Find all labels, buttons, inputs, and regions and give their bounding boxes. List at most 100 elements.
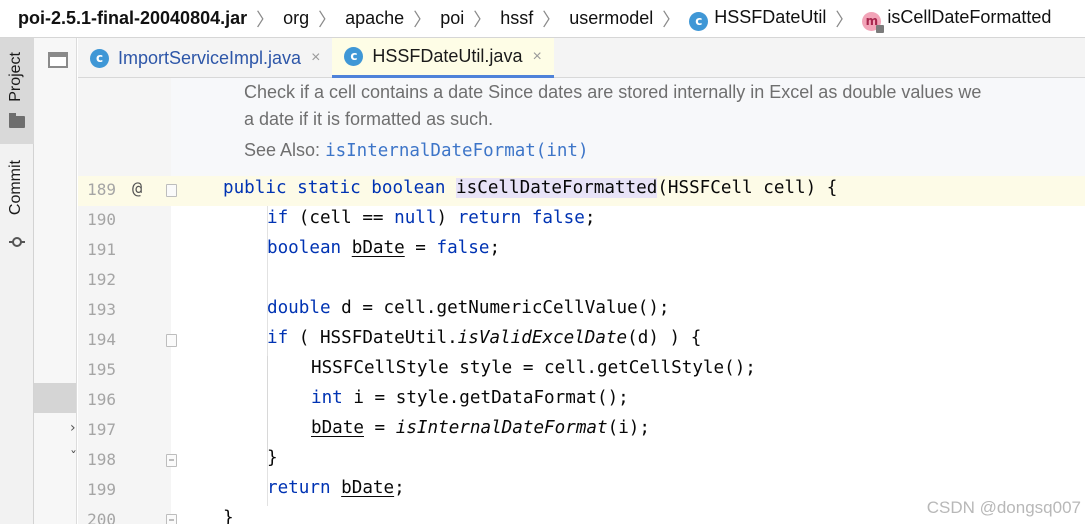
code-line: 190 if (cell == null) return false; <box>78 206 1085 236</box>
breadcrumb-separator: 〉 <box>256 9 275 30</box>
rendered-javadoc: Check if a cell contains a date Since da… <box>171 78 1085 176</box>
close-icon[interactable]: × <box>311 49 320 67</box>
line-number: 196 <box>87 390 116 409</box>
project-tree-selected-row[interactable] <box>34 383 76 413</box>
breadcrumb-item-class[interactable]: c HSSFDateUtil <box>689 7 826 31</box>
static-method-call: isInternalDateFormat <box>395 418 608 438</box>
code-text: (HSSFCell cell) { <box>657 178 838 198</box>
breadcrumb-separator: 〉 <box>542 9 561 30</box>
keyword: false <box>531 208 585 228</box>
keyword: int <box>311 388 343 408</box>
code-text: ( HSSFDateUtil. <box>288 328 458 348</box>
breadcrumb-item-hssf[interactable]: hssf <box>500 8 533 29</box>
keyword: false <box>436 238 490 258</box>
breadcrumb-separator: 〉 <box>413 9 432 30</box>
breadcrumb-class-label: HSSFDateUtil <box>714 6 827 27</box>
breadcrumb-item-org[interactable]: org <box>283 8 309 29</box>
code-text: ; <box>584 208 596 228</box>
keyword: if <box>267 208 289 228</box>
tab-import-service-impl[interactable]: c ImportServiceImpl.java × <box>78 38 332 78</box>
breadcrumb-separator: 〉 <box>473 9 492 30</box>
keyword: double <box>267 298 331 318</box>
commit-tool-button[interactable]: Commit <box>0 150 34 260</box>
keyword: return <box>457 208 522 228</box>
breadcrumb-separator: 〉 <box>662 9 681 30</box>
fold-marker[interactable] <box>166 334 177 347</box>
line-number: 192 <box>87 270 116 289</box>
line-number: 199 <box>87 480 116 499</box>
code-line: 189 @ public static boolean isCellDateFo… <box>78 176 1085 206</box>
breadcrumb-item-poi[interactable]: poi <box>440 8 464 29</box>
close-icon[interactable]: × <box>532 48 541 66</box>
breadcrumb-item-usermodel[interactable]: usermodel <box>569 8 653 29</box>
code-text: i = style.getDataFormat(); <box>342 388 629 408</box>
commit-icon <box>9 237 25 247</box>
code-line: 194 if ( HSSFDateUtil.isValidExcelDate(d… <box>78 326 1085 356</box>
watermark: CSDN @dongsq007 <box>926 498 1081 517</box>
project-tool-label: Project <box>7 52 24 102</box>
method-name: isCellDateFormatted <box>456 178 658 198</box>
breadcrumb-item-jar[interactable]: poi-2.5.1-final-20040804.jar <box>18 8 247 29</box>
fold-marker[interactable] <box>166 184 177 197</box>
code-text: (i); <box>607 418 650 438</box>
variable: bDate <box>351 238 405 258</box>
breadcrumb-item-method[interactable]: m isCellDateFormatted <box>862 6 1052 33</box>
keyword: null <box>394 208 437 228</box>
fold-marker[interactable] <box>166 514 177 524</box>
tab-label: HSSFDateUtil.java <box>372 46 523 66</box>
line-number: 200 <box>87 510 116 524</box>
annotation-marker[interactable]: @ <box>132 179 142 199</box>
breadcrumb: poi-2.5.1-final-20040804.jar 〉 org 〉 apa… <box>0 0 1085 38</box>
tool-window-strip: Project Commit <box>0 38 34 524</box>
code-text: d = cell.getNumericCellValue(); <box>330 298 670 318</box>
code-text: (cell == <box>288 208 395 228</box>
see-also-link[interactable]: isInternalDateFormat(int) <box>325 141 588 161</box>
line-number: 191 <box>87 240 116 259</box>
breadcrumb-method-label: isCellDateFormatted <box>887 6 1052 27</box>
panel-toggle-icon[interactable] <box>48 52 68 68</box>
line-number: 195 <box>87 360 116 379</box>
code-text: } <box>223 508 234 524</box>
editor-tab-bar: c ImportServiceImpl.java × c HSSFDateUti… <box>78 38 1085 78</box>
code-line: 193 double d = cell.getNumericCellValue(… <box>78 296 1085 326</box>
line-number: 190 <box>87 210 116 229</box>
method-icon: m <box>862 11 885 33</box>
project-tool-button[interactable]: Project <box>0 38 34 144</box>
line-number: 189 <box>87 180 116 199</box>
line-number: 194 <box>87 330 116 349</box>
code-line: 195 HSSFCellStyle style = cell.getCellSt… <box>78 356 1085 386</box>
code-line: 196 int i = style.getDataFormat(); <box>78 386 1085 416</box>
javadoc-see-also: See Also: isInternalDateFormat(int) <box>244 140 588 161</box>
code-line: 197 bDate = isInternalDateFormat(i); <box>78 416 1085 446</box>
fold-marker[interactable] <box>166 454 177 467</box>
breadcrumb-item-apache[interactable]: apache <box>345 8 404 29</box>
code-text: } <box>267 448 278 468</box>
folder-icon <box>9 113 25 128</box>
chevron-down-icon[interactable]: ˇ <box>70 450 77 466</box>
keyword: boolean <box>267 238 342 258</box>
keyword: if <box>267 328 289 348</box>
code-text: (d) ) { <box>627 328 702 348</box>
code-text: HSSFCellStyle style = cell.getCellStyle(… <box>311 358 756 378</box>
line-number: 197 <box>87 420 116 439</box>
code-text: ) <box>436 208 458 228</box>
code-text: = <box>404 238 437 258</box>
tab-hssf-date-util[interactable]: c HSSFDateUtil.java × <box>332 38 554 78</box>
code-editor[interactable]: Check if a cell contains a date Since da… <box>78 78 1085 524</box>
line-number: 198 <box>87 450 116 469</box>
code-text: ; <box>489 238 501 258</box>
keyword: public static boolean <box>223 178 446 198</box>
breadcrumb-separator: 〉 <box>835 9 854 30</box>
commit-tool-label: Commit <box>7 160 24 216</box>
code-line: 191 boolean bDate = false; <box>78 236 1085 266</box>
code-text: = <box>363 418 396 438</box>
breadcrumb-separator: 〉 <box>318 9 337 30</box>
code-line: 198 } <box>78 446 1085 476</box>
class-icon: c <box>90 48 109 68</box>
code-text: ; <box>394 478 405 498</box>
chevron-right-icon[interactable]: › <box>70 420 76 436</box>
tab-label: ImportServiceImpl.java <box>118 47 302 68</box>
class-icon: c <box>689 11 709 31</box>
class-icon: c <box>344 47 364 66</box>
javadoc-text: a date if it is formatted as such. <box>244 109 494 129</box>
